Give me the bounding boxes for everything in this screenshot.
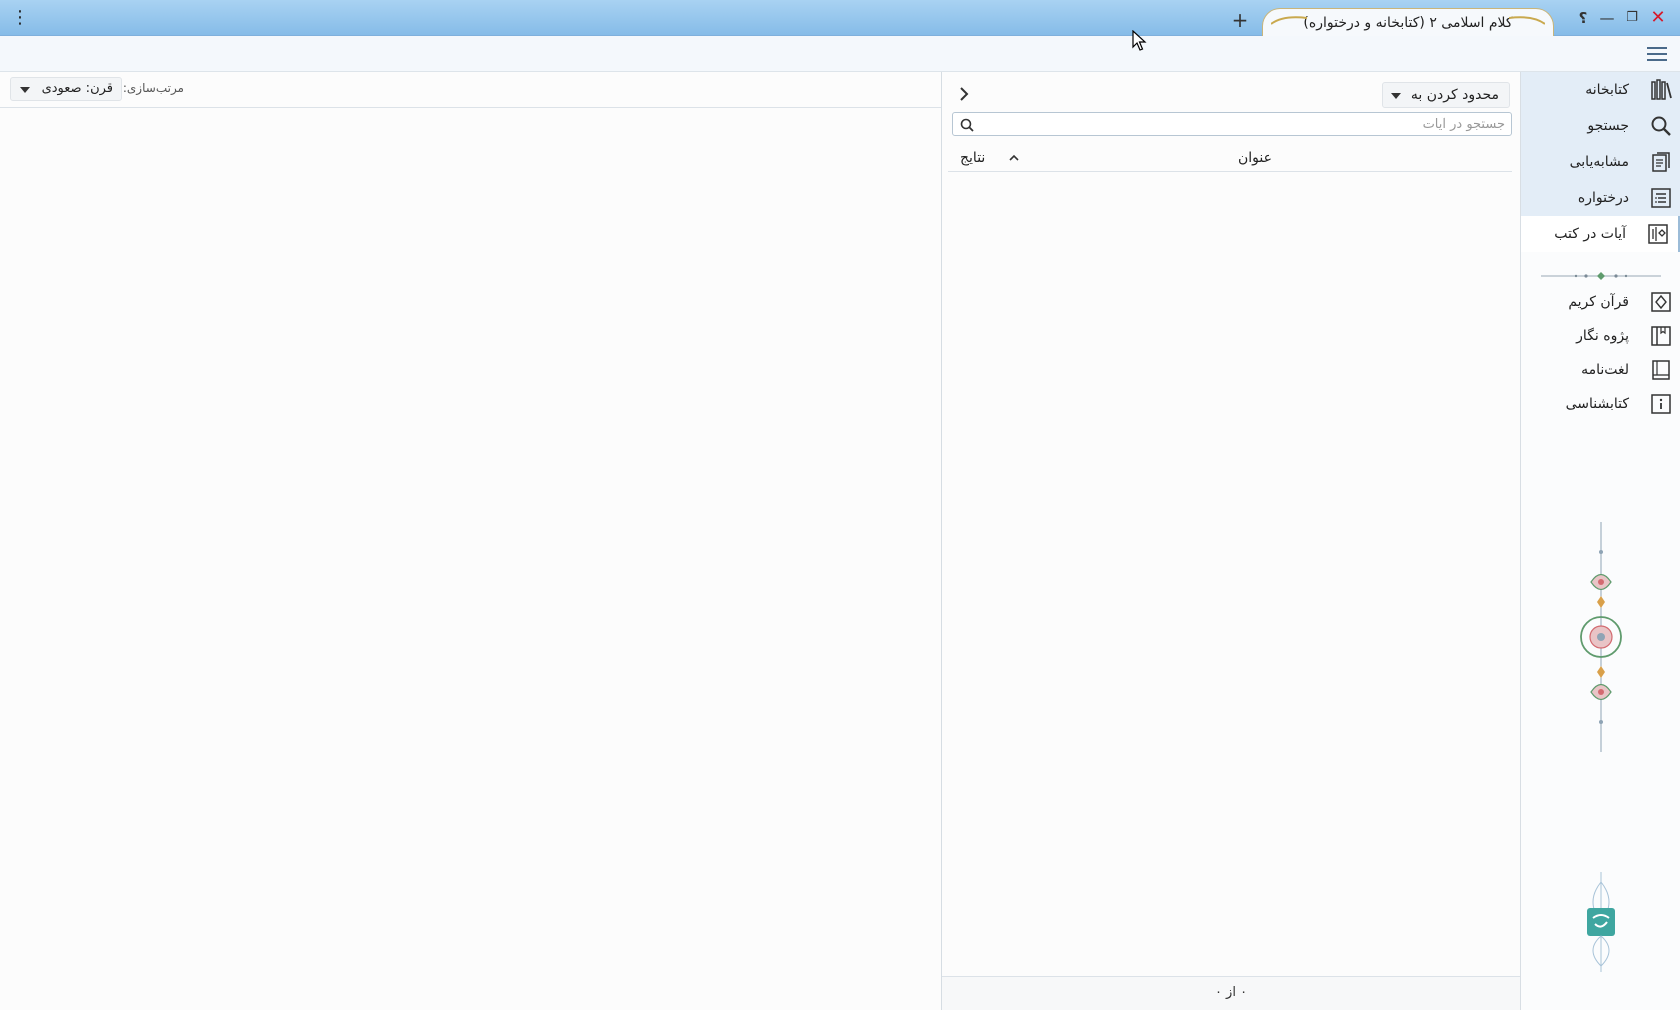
close-button[interactable]: ✕ (1648, 8, 1668, 28)
sidebar-item-label: جستجو (1587, 118, 1629, 134)
minimize-button[interactable]: — (1597, 8, 1617, 28)
maximize-button[interactable]: ❐ (1622, 8, 1642, 28)
sidebar-item-quran[interactable]: قرآن کریم (1521, 286, 1680, 318)
more-options-icon[interactable]: ⋮ (10, 6, 30, 30)
title-bar: ⋮ + کلام اسلامی ۲ (کتابخانه و درختواره) … (0, 0, 1680, 36)
toolbar (0, 36, 1680, 72)
tab-title: کلام اسلامی ۲ (کتابخانه و درختواره) (1303, 15, 1513, 31)
sidebar-item-similar[interactable]: مشابه‌یابی (1521, 144, 1680, 180)
search-input[interactable] (991, 113, 1511, 135)
sidebar-item-label: مشابه‌یابی (1569, 154, 1629, 170)
sidebar-item-label: درختواره (1577, 190, 1629, 206)
help-button[interactable]: ؟ (1573, 8, 1593, 28)
search-box (952, 112, 1512, 136)
sidebar-item-verses-in-books[interactable]: آیات در کتب (1521, 216, 1680, 252)
restrict-to-label: محدود کردن به (1410, 87, 1499, 103)
sidebar-item-label: پژوه نگار (1576, 328, 1629, 344)
hamburger-menu-icon[interactable] (1645, 44, 1669, 64)
sidebar-item-dictionary[interactable]: لغت‌نامه (1521, 354, 1680, 386)
sidebar-item-tree[interactable]: درختواره (1521, 180, 1680, 216)
results-panel: محدود کردن به عنوان نتایج ۰ از ۰ (941, 72, 1520, 1010)
tab-main[interactable]: کلام اسلامی ۲ (کتابخانه و درختواره) (1262, 8, 1554, 36)
tree-list-icon (1651, 188, 1671, 208)
sort-value: قرن: صعودی (41, 81, 113, 96)
search-icon[interactable] (959, 117, 975, 133)
quran-icon (1651, 292, 1671, 312)
sidebar-item-label: کتابشناسی (1565, 396, 1629, 412)
column-header-results[interactable]: نتایج (960, 150, 985, 166)
sidebar-item-research-notes[interactable]: پژوه نگار (1521, 320, 1680, 352)
sort-ascending-icon[interactable] (1008, 152, 1020, 164)
results-count: ۰ از ۰ (942, 976, 1520, 1010)
sidebar-item-search[interactable]: جستجو (1521, 108, 1680, 144)
sidebar-item-label: آیات در کتب (1554, 226, 1626, 242)
sort-dropdown[interactable]: قرن: صعودی (10, 77, 122, 101)
sidebar-item-label: لغت‌نامه (1581, 362, 1629, 378)
content-area (0, 108, 941, 1010)
chevron-down-icon (20, 87, 30, 93)
dictionary-icon (1652, 360, 1670, 380)
sidebar-item-library[interactable]: کتابخانه (1521, 72, 1680, 108)
search-icon (1651, 116, 1671, 136)
divider-ornament-icon (1541, 272, 1661, 280)
similar-docs-icon (1652, 152, 1670, 172)
mouse-cursor-icon (1132, 30, 1147, 51)
sort-label: مرتب‌سازی: (122, 81, 184, 95)
app-logo (1587, 872, 1615, 972)
sidebar: کتابخانه جستجو مشابه‌یابی درختواره آیات … (1520, 72, 1680, 1010)
sidebar-item-bibliography[interactable]: کتابشناسی (1521, 388, 1680, 420)
column-header-title[interactable]: عنوان (1238, 150, 1272, 166)
results-table-header: عنوان نتایج (948, 146, 1512, 172)
notebook-icon (1651, 326, 1671, 346)
library-icon (1651, 79, 1672, 100)
info-book-icon (1651, 394, 1671, 414)
content-panel: مرتب‌سازی: قرن: صعودی (0, 72, 941, 1010)
sidebar-item-label: قرآن کریم (1568, 294, 1629, 310)
add-tab-button[interactable]: + (1230, 10, 1250, 30)
chevron-down-icon (1391, 93, 1401, 99)
tab-ornament-icon (1509, 16, 1545, 25)
sidebar-item-label: کتابخانه (1585, 82, 1629, 98)
verses-in-books-icon (1648, 224, 1668, 244)
tab-ornament-icon (1271, 16, 1307, 25)
collapse-panel-button[interactable] (954, 84, 974, 104)
vertical-ornament-icon (1580, 522, 1622, 752)
sort-bar: مرتب‌سازی: قرن: صعودی (0, 72, 941, 108)
restrict-to-dropdown[interactable]: محدود کردن به (1382, 82, 1510, 108)
